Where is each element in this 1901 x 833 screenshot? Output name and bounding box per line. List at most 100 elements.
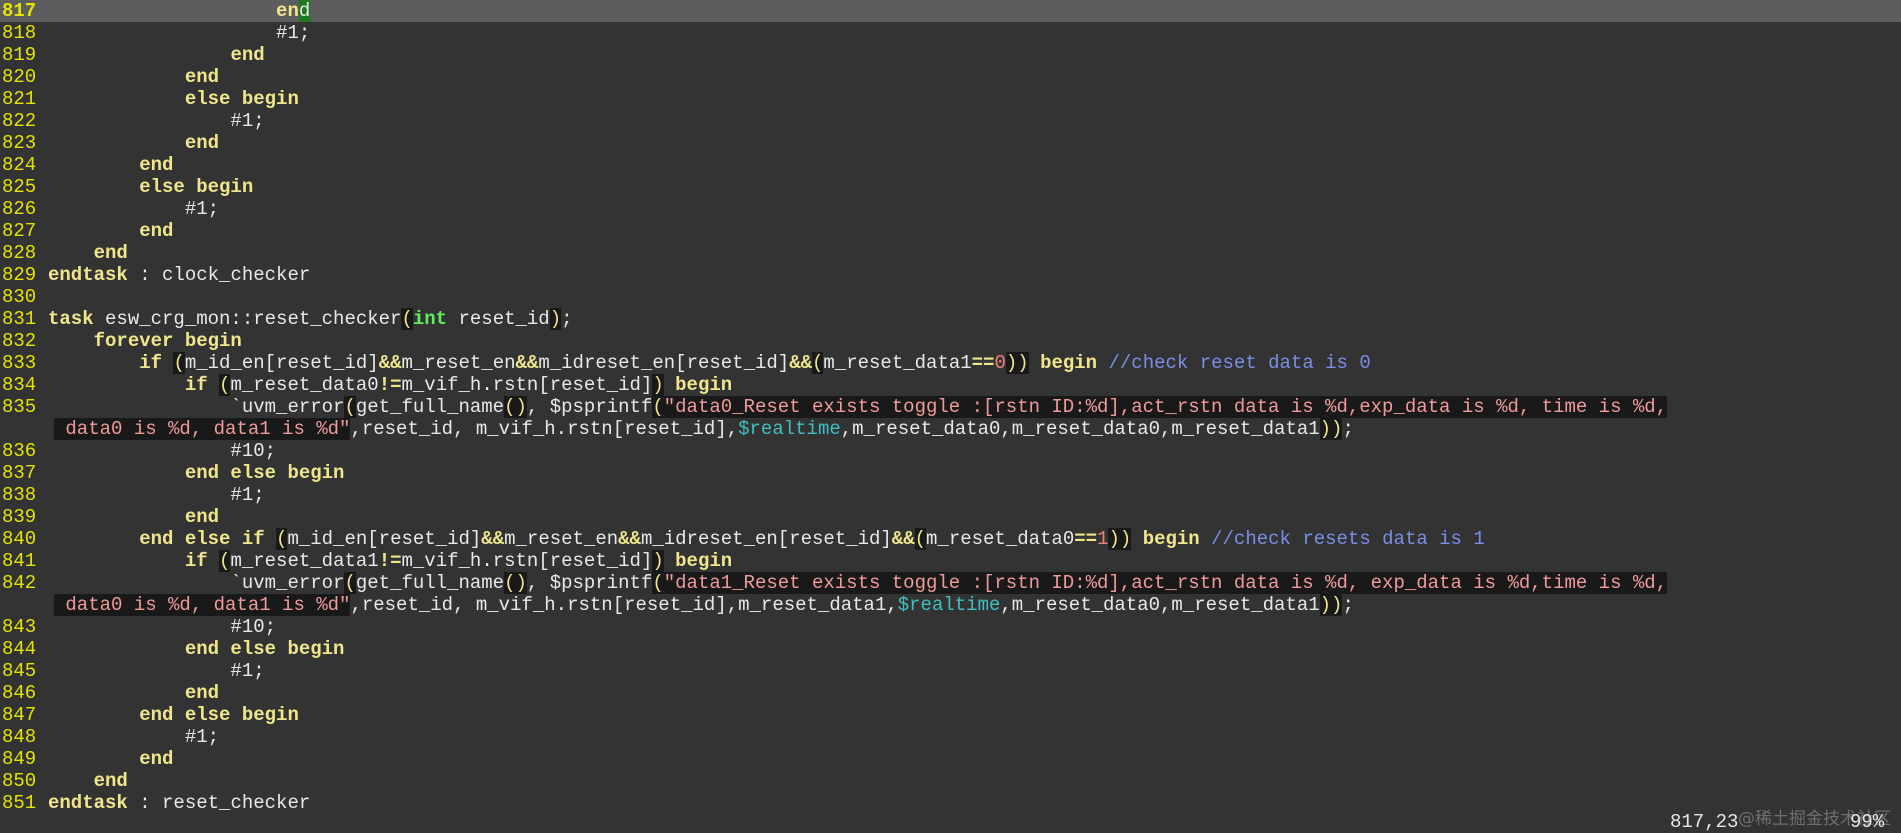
code-line[interactable]: 820 end bbox=[0, 66, 1901, 88]
code-line[interactable]: 830 bbox=[0, 286, 1901, 308]
line-number: 845 bbox=[2, 660, 37, 682]
keyword: end else begin bbox=[184, 462, 345, 484]
code-line[interactable]: 844 end else begin bbox=[0, 638, 1901, 660]
operator: && bbox=[891, 528, 915, 550]
code-line[interactable]: 835 `uvm_error(get_full_name(), $psprint… bbox=[0, 396, 1901, 418]
operator: && bbox=[378, 352, 402, 374]
line-code: end bbox=[48, 0, 311, 22]
code-text: m_reset_data0 bbox=[926, 528, 1075, 550]
code-text: #1; bbox=[48, 22, 311, 44]
code-line[interactable]: 827 end bbox=[0, 220, 1901, 242]
code-line[interactable]: 823 end bbox=[0, 132, 1901, 154]
line-number: 835 bbox=[2, 396, 37, 418]
code-text: m_id_en[reset_id] bbox=[287, 528, 482, 550]
line-code: #10; bbox=[48, 616, 276, 638]
keyword: end bbox=[139, 154, 174, 176]
line-code: end else begin bbox=[48, 704, 299, 726]
line-code: else begin bbox=[48, 88, 299, 110]
code-editor[interactable]: 817 end 818 #1; 819 end 820 end 821 else beg… bbox=[0, 0, 1901, 814]
line-number: 823 bbox=[2, 132, 37, 154]
code-text: m_reset_data1 bbox=[230, 550, 379, 572]
line-code: `uvm_error(get_full_name(), $psprintf("d… bbox=[48, 396, 1668, 418]
code-line[interactable]: 832 forever begin bbox=[0, 330, 1901, 352]
code-line[interactable]: 839 end bbox=[0, 506, 1901, 528]
line-code: end bbox=[48, 44, 264, 66]
code-line[interactable]: 850 end bbox=[0, 770, 1901, 792]
system-task: $realtime bbox=[897, 594, 1001, 616]
code-line[interactable]: 834 if (m_reset_data0!=m_vif_h.rstn[rese… bbox=[0, 374, 1901, 396]
line-code: end bbox=[48, 154, 173, 176]
code-line[interactable]: 847 end else begin bbox=[0, 704, 1901, 726]
code-line[interactable]: 848 #1; bbox=[0, 726, 1901, 748]
code-text: #1; bbox=[48, 484, 265, 506]
comment: //check resets data is 1 bbox=[1211, 528, 1485, 550]
parenthesis: )) bbox=[1108, 528, 1132, 550]
code-line[interactable]: 828 end bbox=[0, 242, 1901, 264]
keyword: end bbox=[93, 770, 128, 792]
code-line-wrap[interactable]: data0 is %d, data1 is %d",reset_id, m_vi… bbox=[0, 594, 1901, 616]
line-number: 819 bbox=[2, 44, 37, 66]
code-line[interactable]: 819 end bbox=[0, 44, 1901, 66]
code-line[interactable]: 843 #10; bbox=[0, 616, 1901, 638]
code-line[interactable]: 841 if (m_reset_data1!=m_vif_h.rstn[rese… bbox=[0, 550, 1901, 572]
code-text: m_reset_en bbox=[401, 352, 516, 374]
line-code: data0 is %d, data1 is %d",reset_id, m_vi… bbox=[0, 594, 1354, 616]
code-line[interactable]: 842 `uvm_error(get_full_name(), $psprint… bbox=[0, 572, 1901, 594]
code-line[interactable]: 837 end else begin bbox=[0, 462, 1901, 484]
code-line[interactable]: 822 #1; bbox=[0, 110, 1901, 132]
keyword: task bbox=[48, 308, 94, 330]
keyword: begin bbox=[675, 374, 733, 396]
code-text: , $psprintf bbox=[526, 396, 653, 418]
line-code: #1; bbox=[48, 484, 265, 506]
parenthesis: ) bbox=[652, 550, 664, 572]
line-number: 830 bbox=[2, 286, 37, 308]
parenthesis: ( bbox=[219, 374, 231, 396]
code-line[interactable]: 838 #1; bbox=[0, 484, 1901, 506]
cursor-position: 817,23 bbox=[1670, 811, 1739, 833]
code-line[interactable]: 849 end bbox=[0, 748, 1901, 770]
parenthesis: ) bbox=[652, 374, 664, 396]
code-line[interactable]: 833 if (m_id_en[reset_id]&&m_reset_en&&m… bbox=[0, 352, 1901, 374]
line-code: end bbox=[48, 242, 128, 264]
parenthesis: )) bbox=[1319, 594, 1343, 616]
code-line[interactable]: 829 endtask : clock_checker bbox=[0, 264, 1901, 286]
line-code: if (m_reset_data1!=m_vif_h.rstn[reset_id… bbox=[48, 550, 732, 572]
line-code: end bbox=[48, 682, 219, 704]
code-line[interactable]: 846 end bbox=[0, 682, 1901, 704]
line-number: 850 bbox=[2, 770, 37, 792]
line-number: 836 bbox=[2, 440, 37, 462]
parenthesis: ( bbox=[652, 572, 664, 594]
code-line[interactable]: 831 task esw_crg_mon::reset_checker(int r… bbox=[0, 308, 1901, 330]
code-line[interactable]: 845 #1; bbox=[0, 660, 1901, 682]
code-line[interactable]: 817 end bbox=[0, 0, 1901, 22]
line-code: #1; bbox=[48, 110, 264, 132]
keyword: if bbox=[184, 374, 208, 396]
code-line[interactable]: 836 #10; bbox=[0, 440, 1901, 462]
line-code: end bbox=[48, 66, 219, 88]
code-text: ,reset_id, m_vif_h.rstn[reset_id], bbox=[350, 418, 739, 440]
code-text: esw_crg_mon::reset_checker bbox=[93, 308, 402, 330]
code-line[interactable]: 821 else begin bbox=[0, 88, 1901, 110]
line-number: 826 bbox=[2, 198, 37, 220]
parenthesis: () bbox=[504, 572, 527, 594]
code-line[interactable]: 825 else begin bbox=[0, 176, 1901, 198]
keyword: end bbox=[184, 132, 220, 154]
code-line[interactable]: 818 #1; bbox=[0, 22, 1901, 44]
code-line-wrap[interactable]: data0 is %d, data1 is %d",reset_id, m_vi… bbox=[0, 418, 1901, 440]
line-number: 833 bbox=[2, 352, 37, 374]
code-line[interactable]: 840 end else if (m_id_en[reset_id]&&m_re… bbox=[0, 528, 1901, 550]
keyword: end else begin bbox=[139, 704, 299, 726]
code-text: #10; bbox=[48, 440, 277, 462]
code-line[interactable]: 824 end bbox=[0, 154, 1901, 176]
code-line[interactable]: 826 #1; bbox=[0, 198, 1901, 220]
line-number: 842 bbox=[2, 572, 37, 594]
